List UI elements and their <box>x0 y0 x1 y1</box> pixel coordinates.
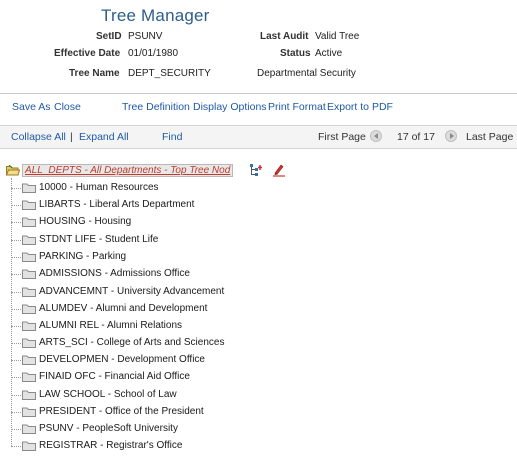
tree-node-label[interactable]: ALUMDEV - Alumni and Development <box>39 302 207 315</box>
tree-node-label[interactable]: DEVELOPMEN - Development Office <box>39 353 205 366</box>
tree-branch <box>11 343 21 344</box>
tree-node-label[interactable]: ADVANCEMNT - University Advancement <box>39 285 224 298</box>
tree-node-label[interactable]: FINAID OFC - Financial Aid Office <box>39 370 190 383</box>
last-audit-label: Last Audit <box>260 31 309 42</box>
setid-label: SetID <box>96 31 122 42</box>
tree-branch <box>11 205 21 206</box>
previous-page-icon[interactable] <box>370 130 382 142</box>
folder-icon <box>22 183 36 193</box>
status-label: Status <box>280 48 311 59</box>
expand-all-link[interactable]: Expand All <box>79 131 129 143</box>
tree-connector-line <box>11 178 13 446</box>
folder-icon <box>22 441 36 451</box>
tree-node-label[interactable]: ADMISSIONS - Admissions Office <box>39 267 190 280</box>
save-as-link[interactable]: Save As <box>12 101 51 113</box>
collapse-all-link[interactable]: Collapse All <box>11 131 66 143</box>
tree-node-label[interactable]: LIBARTS - Liberal Arts Department <box>39 198 194 211</box>
tree-navigation-bar: Collapse All | Expand All Find First Pag… <box>0 125 517 149</box>
tree-branch <box>11 309 21 310</box>
tree-branch <box>11 257 21 258</box>
next-page-icon[interactable] <box>445 130 457 142</box>
folder-icon <box>22 217 36 227</box>
tree-branch <box>11 360 21 361</box>
tree-branch <box>11 326 21 327</box>
tree-description: Departmental Security <box>257 68 356 79</box>
tree-branch <box>11 377 21 378</box>
tree-node-label[interactable]: ARTS_SCI - College of Arts and Sciences <box>39 336 224 349</box>
tree-node-label[interactable]: LAW SCHOOL - School of Law <box>39 388 177 401</box>
tree-branch <box>11 188 21 189</box>
folder-icon <box>22 372 36 382</box>
folder-icon <box>22 287 36 297</box>
folder-icon <box>22 252 36 262</box>
print-format-link[interactable]: Print Format <box>268 101 326 113</box>
header-divider <box>0 93 517 94</box>
page-title: Tree Manager <box>101 6 210 25</box>
edit-data-icon[interactable] <box>272 163 286 177</box>
find-link[interactable]: Find <box>162 131 182 143</box>
tree-node-label[interactable]: ALUMNI REL - Alumni Relations <box>39 319 182 332</box>
tree-node-label[interactable]: PSUNV - PeopleSoft University <box>39 422 178 435</box>
folder-icon <box>22 321 36 331</box>
tree-branch <box>11 429 21 430</box>
tree-node-label[interactable]: HOUSING - Housing <box>39 215 131 228</box>
open-folder-icon <box>6 165 20 176</box>
export-pdf-link[interactable]: Export to PDF <box>327 101 393 113</box>
folder-icon <box>22 200 36 210</box>
display-options-link[interactable]: Display Options <box>193 101 267 113</box>
tree-branch <box>11 292 21 293</box>
tree-node-label[interactable]: STDNT LIFE - Student Life <box>39 233 158 246</box>
folder-icon <box>22 424 36 434</box>
tree-branch <box>11 412 21 413</box>
tree-root-label[interactable]: ALL_DEPTS - All Departments - Top Tree N… <box>22 164 234 177</box>
tree-branch <box>11 395 21 396</box>
tree-node-label[interactable]: REGISTRAR - Registrar's Office <box>39 439 182 452</box>
folder-icon <box>22 304 36 314</box>
tree-branch <box>11 240 21 241</box>
tree-name-label: Tree Name <box>69 68 120 79</box>
tree-node-label[interactable]: PRESIDENT - Office of the President <box>39 405 204 418</box>
tree-name-value: DEPT_SECURITY <box>128 68 211 79</box>
first-page-label[interactable]: First Page <box>318 131 366 143</box>
insert-child-icon[interactable] <box>249 163 263 177</box>
folder-icon <box>22 269 36 279</box>
folder-icon <box>22 355 36 365</box>
setid-value: PSUNV <box>128 31 163 42</box>
status-value: Active <box>315 48 343 59</box>
effective-date-value: 01/01/1980 <box>128 48 179 59</box>
folder-icon <box>22 407 36 417</box>
tree-node-label[interactable]: PARKING - Parking <box>39 250 126 263</box>
folder-icon <box>22 338 36 348</box>
nav-divider: | <box>70 131 73 143</box>
tree-branch <box>11 446 21 447</box>
folder-icon <box>22 390 36 400</box>
page-info: 17 of 17 <box>397 131 435 143</box>
tree-definition-link[interactable]: Tree Definition <box>122 101 190 113</box>
close-link[interactable]: Close <box>54 101 81 113</box>
tree-branch <box>11 222 21 223</box>
last-page-label[interactable]: Last Page <box>466 131 513 143</box>
last-audit-value: Valid Tree <box>315 31 360 42</box>
tree-node-label[interactable]: 10000 - Human Resources <box>39 181 159 194</box>
tree-branch <box>11 274 21 275</box>
effective-date-label: Effective Date <box>54 48 121 59</box>
folder-icon <box>22 235 36 245</box>
